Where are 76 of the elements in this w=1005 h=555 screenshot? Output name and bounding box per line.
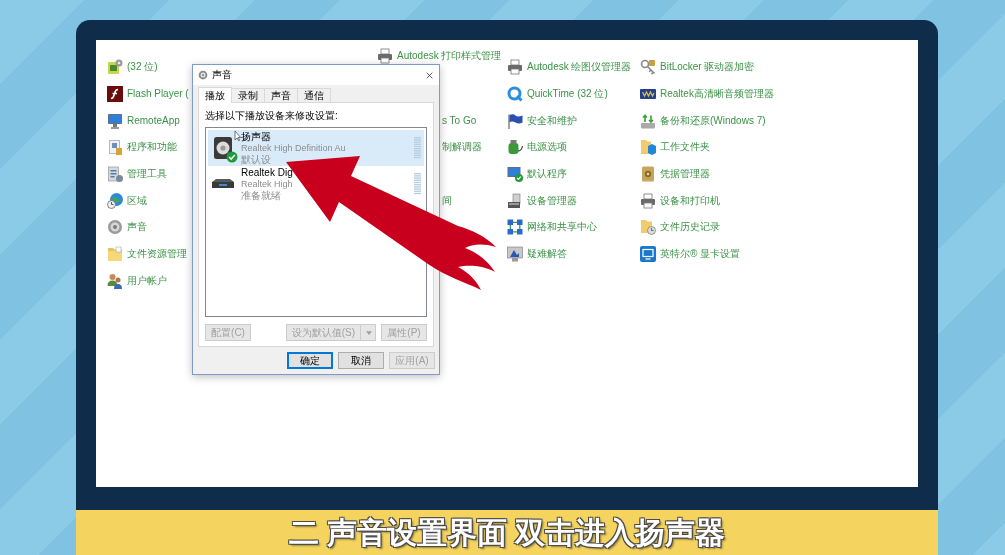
control-panel-link[interactable]: 网络和共享中心 <box>527 221 597 234</box>
control-panel-link[interactable]: 凭据管理器 <box>660 168 710 181</box>
control-panel-link[interactable]: s To Go <box>442 114 477 127</box>
control-panel-link[interactable]: 默认程序 <box>527 168 567 181</box>
control-panel-link[interactable]: 备份和还原(Windows 7) <box>660 114 766 127</box>
safe-icon[interactable] <box>640 166 656 183</box>
flag-icon[interactable] <box>507 112 523 129</box>
control-panel-link[interactable]: 文件历史记录 <box>660 221 720 234</box>
control-panel-link[interactable]: 疑难解答 <box>527 248 567 261</box>
control-panel-link[interactable]: QuickTime (32 位) <box>527 88 608 101</box>
speaker-icon <box>198 70 208 80</box>
ring-logo-icon[interactable] <box>507 86 523 103</box>
ok-button[interactable]: 确定 <box>287 352 333 369</box>
globe-clock-icon[interactable] <box>107 192 123 209</box>
tab[interactable]: 声音 <box>264 88 298 102</box>
folder-clock-icon[interactable] <box>640 219 656 236</box>
control-panel-link[interactable]: 用户帐户 <box>127 274 167 287</box>
device-driver: Realtek High Definition Au <box>241 142 346 154</box>
network-icon[interactable] <box>507 219 523 236</box>
speaker-icon <box>211 136 235 160</box>
control-panel-link[interactable]: Autodesk 绘图仪管理器 <box>527 61 632 74</box>
control-panel-link[interactable]: 英特尔® 显卡设置 <box>660 248 741 261</box>
control-panel-link[interactable]: 设备和打印机 <box>660 194 720 207</box>
printer-icon[interactable] <box>377 48 393 65</box>
control-panel-link[interactable]: RemoteApp <box>127 114 180 127</box>
control-panel-link[interactable]: Autodesk 打印样式管理 <box>397 50 502 63</box>
tab[interactable]: 通信 <box>297 88 331 102</box>
control-panel-link[interactable]: 管理工具 <box>127 168 167 181</box>
tab[interactable]: 录制 <box>231 88 265 102</box>
volume-meter-icon <box>414 173 421 195</box>
program-box-icon[interactable] <box>107 139 123 156</box>
gear-box-icon[interactable] <box>107 59 123 76</box>
battery-icon[interactable] <box>507 139 523 156</box>
control-panel-link[interactable]: 程序和功能 <box>127 141 177 154</box>
tools-icon[interactable] <box>107 166 123 183</box>
control-panel-link[interactable]: 电源选项 <box>527 141 567 154</box>
device-name: Realtek Dig <box>241 166 293 179</box>
device-driver: Realtek High <box>241 178 293 190</box>
device-icon[interactable] <box>507 192 523 209</box>
control-panel-link[interactable]: BitLocker 驱动器加密 <box>660 61 755 74</box>
speaker-icon[interactable] <box>107 219 123 236</box>
device-list-item[interactable]: Realtek Dig Realtek High 准备就绪 <box>208 166 424 202</box>
control-panel-link[interactable]: Realtek高清晰音频管理器 <box>660 88 774 101</box>
logo-tile-icon[interactable] <box>107 86 123 103</box>
monitor-check-icon[interactable] <box>507 166 523 183</box>
device-status: 默认设 <box>241 153 271 166</box>
cancel-button[interactable]: 取消 <box>338 352 384 369</box>
users-icon[interactable] <box>107 272 123 289</box>
control-panel-link[interactable]: 设备管理器 <box>527 194 577 207</box>
printer-icon[interactable] <box>640 192 656 209</box>
keys-icon[interactable] <box>640 59 656 76</box>
control-panel-link[interactable]: 工作文件夹 <box>660 141 710 154</box>
display-tile-icon[interactable] <box>640 246 656 263</box>
monitor-icon[interactable] <box>107 112 123 129</box>
tab[interactable]: 播放 <box>198 87 232 103</box>
control-panel-link[interactable]: 区域 <box>127 194 147 207</box>
device-name: 扬声器 <box>241 130 271 143</box>
control-panel-link[interactable]: 安全和维护 <box>527 114 577 127</box>
printer-icon[interactable] <box>507 59 523 76</box>
device-status: 准备就绪 <box>241 189 281 202</box>
device-list-item[interactable]: 扬声器 Realtek High Definition Au 默认设 <box>208 130 424 166</box>
backup-drive-icon[interactable] <box>640 112 656 129</box>
control-panel-link[interactable]: 声音 <box>127 221 147 234</box>
mouse-cursor-icon <box>234 130 241 142</box>
control-panel-link[interactable]: 制解调器 <box>442 141 482 154</box>
instruction-text: 选择以下播放设备来修改设置: <box>205 109 339 123</box>
window-title: 声音 <box>212 69 232 81</box>
folder-cube-icon[interactable] <box>640 139 656 156</box>
control-panel-link[interactable]: Flash Player ( <box>127 88 189 101</box>
subtitle-text: 二 声音设置界面 双击进入扬声器 <box>288 514 726 551</box>
close-icon[interactable] <box>425 70 434 80</box>
volume-meter-icon <box>414 137 421 159</box>
control-panel-link[interactable]: 文件资源管理 <box>127 248 187 261</box>
monitor-icon[interactable] <box>507 246 523 263</box>
control-panel-link[interactable]: 间 <box>442 194 452 207</box>
control-panel-link[interactable]: (32 位) <box>127 61 158 74</box>
